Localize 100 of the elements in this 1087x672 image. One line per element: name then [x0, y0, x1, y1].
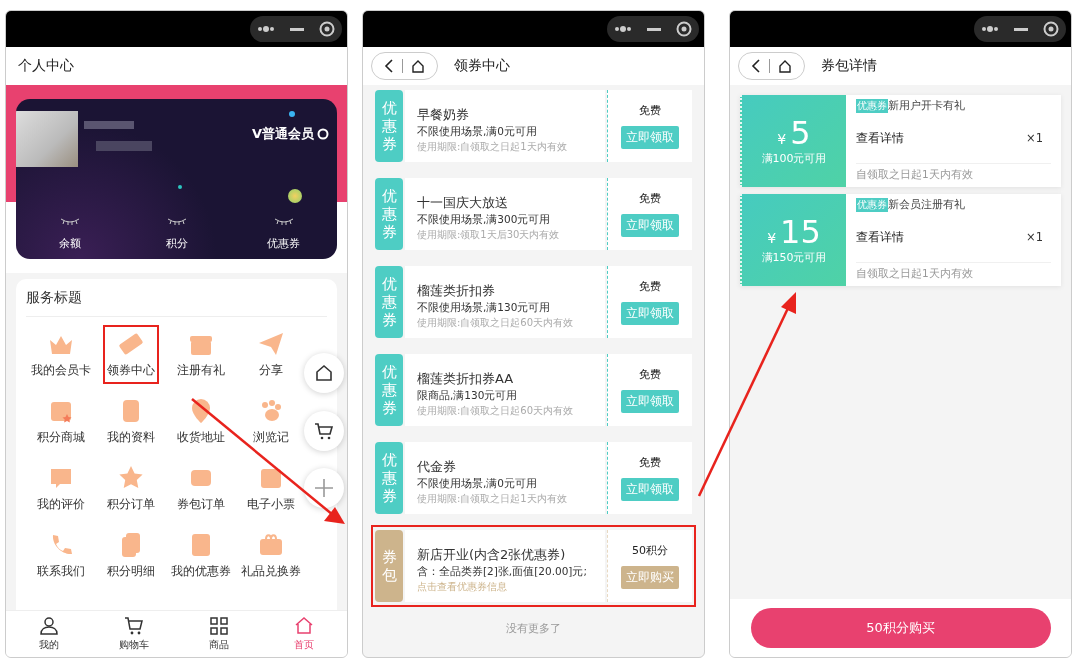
coupon-note: 使用期限:自领取之日起1天内有效: [417, 492, 568, 506]
quantity: ×1: [1026, 131, 1043, 145]
coupon-tag: 优惠券: [856, 198, 888, 212]
coupon-title: 早餐奶券: [417, 106, 470, 124]
tab-item[interactable]: 首页: [261, 611, 347, 657]
service-item[interactable]: 券包订单: [173, 459, 229, 518]
coupon-title: 代金券: [417, 458, 457, 476]
buy-button[interactable]: 50积分购买: [750, 608, 1051, 648]
service-item[interactable]: 礼品兑换券: [237, 526, 305, 585]
end-of-list-text: 没有更多了: [505, 621, 562, 637]
target-icon[interactable]: [1042, 21, 1059, 37]
refresh-icon[interactable]: [317, 128, 329, 140]
coupon-name: 新用户开卡有礼: [888, 99, 965, 113]
coupon-price: 免费: [639, 367, 661, 382]
service-item[interactable]: 积分明细: [103, 526, 159, 585]
coupon-title: 榴莲类折扣券AA: [417, 370, 515, 388]
service-item[interactable]: 收货地址: [173, 392, 229, 451]
validity-text: 自领取之日起1天内有效: [856, 266, 974, 281]
target-icon[interactable]: [675, 21, 692, 37]
coupon-note: 使用期限:自领取之日起60天内有效: [417, 316, 575, 330]
closed-eye-icon[interactable]: [273, 218, 294, 226]
coupon-condition: 不限使用场景,满300元可用: [417, 213, 552, 227]
details-link[interactable]: 查看详情: [856, 130, 904, 146]
coupon-condition: 满150元可用: [761, 250, 827, 266]
coupon-condition: 不限使用场景,满0元可用: [417, 125, 539, 139]
coupon-title: 十一国庆大放送: [417, 194, 509, 212]
home-icon[interactable]: [778, 59, 792, 73]
minimize-icon[interactable]: [1014, 27, 1028, 31]
coupon-price: 免费: [639, 279, 661, 294]
page-title: 券包详情: [821, 57, 877, 75]
currency-symbol: ¥: [767, 229, 777, 246]
coupon-amount: 15: [780, 214, 821, 251]
minimize-icon[interactable]: [647, 27, 661, 31]
quantity: ×1: [1026, 230, 1043, 244]
service-item[interactable]: 电子小票: [243, 459, 299, 518]
coupon-price: 50积分: [632, 543, 668, 558]
person-icon: [38, 616, 59, 636]
tab-item[interactable]: 购物车: [91, 611, 177, 657]
back-icon[interactable]: [384, 59, 394, 73]
service-item[interactable]: 我的优惠券: [167, 526, 235, 585]
page-title: 领券中心: [454, 57, 510, 75]
cart-icon: [123, 616, 144, 636]
blurred-number: [96, 141, 152, 151]
coupon-note: 使用期限:自领取之日起1天内有效: [417, 140, 568, 154]
home-icon: [294, 616, 315, 636]
details-link[interactable]: 查看详情: [856, 229, 904, 245]
avatar-placeholder: [16, 111, 78, 167]
service-item[interactable]: 注册有礼: [173, 325, 229, 384]
coupon-condition: 不限使用场景,满130元可用: [417, 301, 552, 315]
blurred-name: [84, 121, 134, 129]
coupon-tag: 优惠券: [856, 99, 888, 113]
minimize-icon[interactable]: [290, 27, 304, 31]
service-item[interactable]: 我的会员卡: [27, 325, 95, 384]
service-item[interactable]: 我的评价: [33, 459, 89, 518]
coupon-note: 点击查看优惠券信息: [417, 580, 508, 594]
coupon-note: 使用期限:自领取之日起60天内有效: [417, 404, 575, 418]
coupon-title: 新店开业(内含2张优惠券): [417, 546, 567, 564]
more-icon[interactable]: [257, 26, 276, 32]
cart-icon: [314, 421, 334, 441]
service-item[interactable]: 我的资料: [103, 392, 159, 451]
more-icon[interactable]: [981, 26, 1000, 32]
grid-icon: [209, 616, 230, 636]
coupon-condition: 不限使用场景,满0元可用: [417, 477, 539, 491]
tab-item[interactable]: 商品: [176, 611, 262, 657]
validity-text: 自领取之日起1天内有效: [856, 167, 974, 182]
page-title: 个人中心: [18, 57, 74, 75]
plus-icon: [313, 477, 335, 499]
service-item[interactable]: 联系我们: [33, 526, 89, 585]
coupon-amount: 5: [790, 115, 811, 152]
target-icon[interactable]: [318, 21, 335, 37]
coupon-condition: 限商品,满130元可用: [417, 389, 519, 403]
section-title: 服务标题: [26, 279, 327, 317]
tab-item[interactable]: 我的: [6, 611, 92, 657]
member-level: V普通会员: [251, 125, 314, 143]
coupon-condition: 满100元可用: [761, 151, 827, 167]
coupon-condition: 含：全品类券[2]张,面值[20.00]元;: [417, 565, 588, 579]
stat-label: 优惠券: [267, 236, 300, 251]
closed-eye-icon[interactable]: [59, 218, 80, 226]
home-icon[interactable]: [411, 59, 425, 73]
stat-label: 积分: [165, 236, 188, 251]
coupon-name: 新会员注册有礼: [888, 198, 965, 212]
closed-eye-icon[interactable]: [166, 218, 187, 226]
decor-dot: [178, 185, 182, 189]
coupon-price: 免费: [639, 103, 661, 118]
service-item[interactable]: 分享: [253, 325, 289, 384]
decor-dot: [288, 189, 302, 203]
more-icon[interactable]: [614, 26, 633, 32]
service-item[interactable]: 积分订单: [103, 459, 159, 518]
decor-dot: [289, 111, 295, 117]
home-icon: [314, 363, 334, 383]
service-item[interactable]: 浏览记: [249, 392, 293, 451]
stat-label: 余额: [58, 236, 81, 251]
service-item[interactable]: 积分商城: [33, 392, 89, 451]
coupon-title: 榴莲类折扣券: [417, 282, 496, 300]
back-icon[interactable]: [751, 59, 761, 73]
coupon-price: 免费: [639, 455, 661, 470]
coupon-price: 免费: [639, 191, 661, 206]
currency-symbol: ¥: [777, 130, 787, 147]
coupon-note: 使用期限:领取1天后30天内有效: [417, 228, 561, 242]
service-item[interactable]: 领券中心: [103, 325, 159, 384]
